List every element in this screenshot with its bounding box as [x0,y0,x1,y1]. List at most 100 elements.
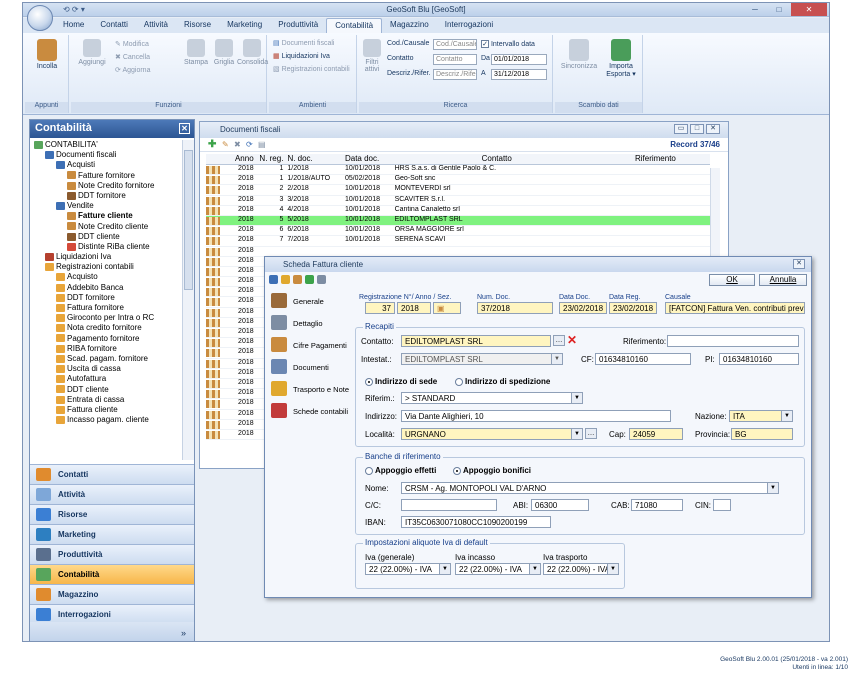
table-row[interactable]: 2018 7 7/2018 10/01/2018 SERENA SCAVI [206,236,710,247]
cab-field[interactable]: 71080 [631,499,683,511]
sede-radio[interactable]: Indirizzo di sede [365,377,437,386]
tree-item[interactable]: Fatture fornitore [30,171,182,181]
delete-icon[interactable]: ✖ [234,140,241,149]
table-row[interactable]: 2018 1 1/2018/AUTO 05/02/2018 Geo-Soft snc [206,175,710,186]
tree-item[interactable]: Fattura cliente [30,405,182,415]
tree-item[interactable]: Addebito Banca [30,283,182,293]
nav-button-marketing[interactable]: Marketing [30,524,194,544]
localita-browse-button[interactable]: … [585,428,597,439]
tab-home[interactable]: Home [55,18,92,33]
maximize-button[interactable]: □ [690,124,704,134]
incolla-button[interactable]: Incolla [27,39,67,70]
tree-item[interactable]: Nota credito fornitore [30,323,182,333]
tab-marketing[interactable]: Marketing [219,18,270,33]
tree-item[interactable]: Acquisto [30,272,182,282]
table-row[interactable]: 2018 1 1/2018 10/01/2018 HRS S.a.s. di Genti… [206,165,710,176]
minimize-button[interactable]: ─ [743,3,767,16]
tree-item[interactable]: Note Credito fornitore [30,181,182,191]
tree-item[interactable]: Note Credito cliente [30,222,182,232]
table-row[interactable]: 2018 6 6/2018 10/01/2018 ORSA MAGGIORE srl [206,226,710,237]
tree-item[interactable]: Entrata di cassa [30,395,182,405]
tree-item[interactable]: Uscita di cassa [30,364,182,374]
side-menu-dettaglio[interactable]: Dettaglio [265,313,353,335]
tree-item[interactable]: Autofattura [30,374,182,384]
user-icon[interactable] [305,275,314,284]
tree-item[interactable]: Fattura fornitore [30,303,182,313]
side-menu-trasportoenote[interactable]: Trasporto e Note [265,379,353,401]
contatto-search-input[interactable]: Contatto [433,54,477,65]
reg-number-field[interactable]: 37 [365,302,395,314]
column-header[interactable]: Contatto [393,154,601,164]
consolida-button[interactable]: Consolida [237,39,268,66]
annulla-button[interactable]: Annulla [759,274,807,286]
contatto-field[interactable]: EDILTOMPLAST SRL [401,335,551,347]
tree-item[interactable]: CONTABILITA' [30,140,182,150]
documenti-fiscali-button[interactable]: ▤ Documenti fiscali [273,39,335,47]
tree-item[interactable]: Incasso pagam. cliente [30,415,182,425]
causale-field[interactable]: [FATCON] Fattura Ven. contributi previde [665,302,805,314]
tree-item[interactable]: Distinte RiBa cliente [30,242,182,252]
date-from-input[interactable]: 01/01/2018 [491,54,547,65]
table-row[interactable]: 2018 2 2/2018 10/01/2018 MONTEVERDI srl [206,185,710,196]
tab-contatti[interactable]: Contatti [92,18,136,33]
bonifici-radio[interactable]: Appoggio bonifici [453,466,531,475]
cc-field[interactable] [401,499,497,511]
column-header[interactable]: Anno [222,154,256,164]
indirizzo-field[interactable]: Via Dante Alighieri, 10 [401,410,671,422]
tree-item[interactable]: DDT cliente [30,385,182,395]
tree-item[interactable]: Vendite [30,201,182,211]
print-icon[interactable]: ▤ [258,140,266,149]
close-button[interactable]: ✕ [706,124,720,134]
filtri-attivi-button[interactable]: Filtri attivi [361,39,383,73]
nome-banca-dropdown[interactable]: CRSM - Ag. MONTOPOLI VAL D'ARNO ▼ [401,482,779,494]
tree-item[interactable]: RIBA fornitore [30,344,182,354]
riferimento-field[interactable] [667,335,799,347]
cod-causale-input[interactable]: Cod./Causale [433,39,477,50]
cancella-button[interactable]: ✖ Cancella [115,53,150,61]
iva-generale-dropdown[interactable]: 22 (22.00%) - IVA ▼ [365,563,451,575]
griglia-button[interactable]: Griglia [211,39,237,66]
tree-item[interactable]: Documenti fiscali [30,150,182,160]
riferim-dropdown[interactable]: > STANDARD ▼ [401,392,583,404]
tab-interrogazioni[interactable]: Interrogazioni [437,18,501,33]
iban-field[interactable]: IT35C0630071080CC1090200199 [401,516,551,528]
side-menu-documenti[interactable]: Documenti [265,357,353,379]
reg-year-field[interactable]: 2018 [397,302,431,314]
print-icon[interactable] [317,275,326,284]
nazione-dropdown[interactable]: ITA ▼ [729,410,793,422]
liquidazioni-iva-button[interactable]: ▦ Liquidazioni Iva [273,52,330,60]
nav-footer[interactable]: » [30,622,194,641]
minimize-button[interactable]: ▭ [674,124,688,134]
reg-section-field[interactable]: ▣ [433,302,461,314]
contatto-browse-button[interactable]: … [553,335,565,346]
tab-risorse[interactable]: Risorse [176,18,219,33]
cin-field[interactable] [713,499,731,511]
importa-esporta-button[interactable]: Importa Esporta ▾ [601,39,641,78]
abi-field[interactable]: 06300 [531,499,589,511]
numdoc-field[interactable]: 37/2018 [477,302,553,314]
application-menu-button[interactable] [27,5,53,31]
nav-button-contabilit[interactable]: Contabilità [30,564,194,584]
datadoc-field[interactable]: 23/02/2018 [559,302,607,314]
tree-item[interactable]: Pagamento fornitore [30,334,182,344]
effetti-radio[interactable]: Appoggio effetti [365,466,436,475]
quick-access-toolbar[interactable]: ⟲ ⟳ ▾ [63,5,85,14]
column-header[interactable]: N. doc. [285,154,343,164]
pi-field[interactable]: 01634810160 [719,353,799,365]
tab-magazzino[interactable]: Magazzino [382,18,437,33]
date-to-input[interactable]: 31/12/2018 [491,69,547,80]
iva-trasporto-dropdown[interactable]: 22 (22.00%) - IVA ▼ [543,563,619,575]
clear-icon[interactable]: ✕ [567,333,577,347]
scrollbar-thumb[interactable] [184,150,193,290]
spedizione-radio[interactable]: Indirizzo di spedizione [455,377,550,386]
table-row[interactable]: 2018 5 5/2018 10/01/2018 EDILTOMPLAST SRL [206,215,710,227]
intestat-dropdown[interactable]: EDILTOMPLAST SRL ▼ [401,353,563,365]
close-button[interactable]: ✕ [793,259,805,269]
nav-button-risorse[interactable]: Risorse [30,504,194,524]
column-header[interactable]: N. reg. [256,154,286,164]
registrazioni-contabili-button[interactable]: ▧ Registrazioni contabili [273,65,350,73]
maximize-button[interactable]: □ [767,3,791,16]
sincronizza-button[interactable]: Sincronizza [559,39,599,70]
nav-button-interrogazioni[interactable]: Interrogazioni [30,604,194,624]
side-menu-generale[interactable]: Generale [265,291,353,313]
